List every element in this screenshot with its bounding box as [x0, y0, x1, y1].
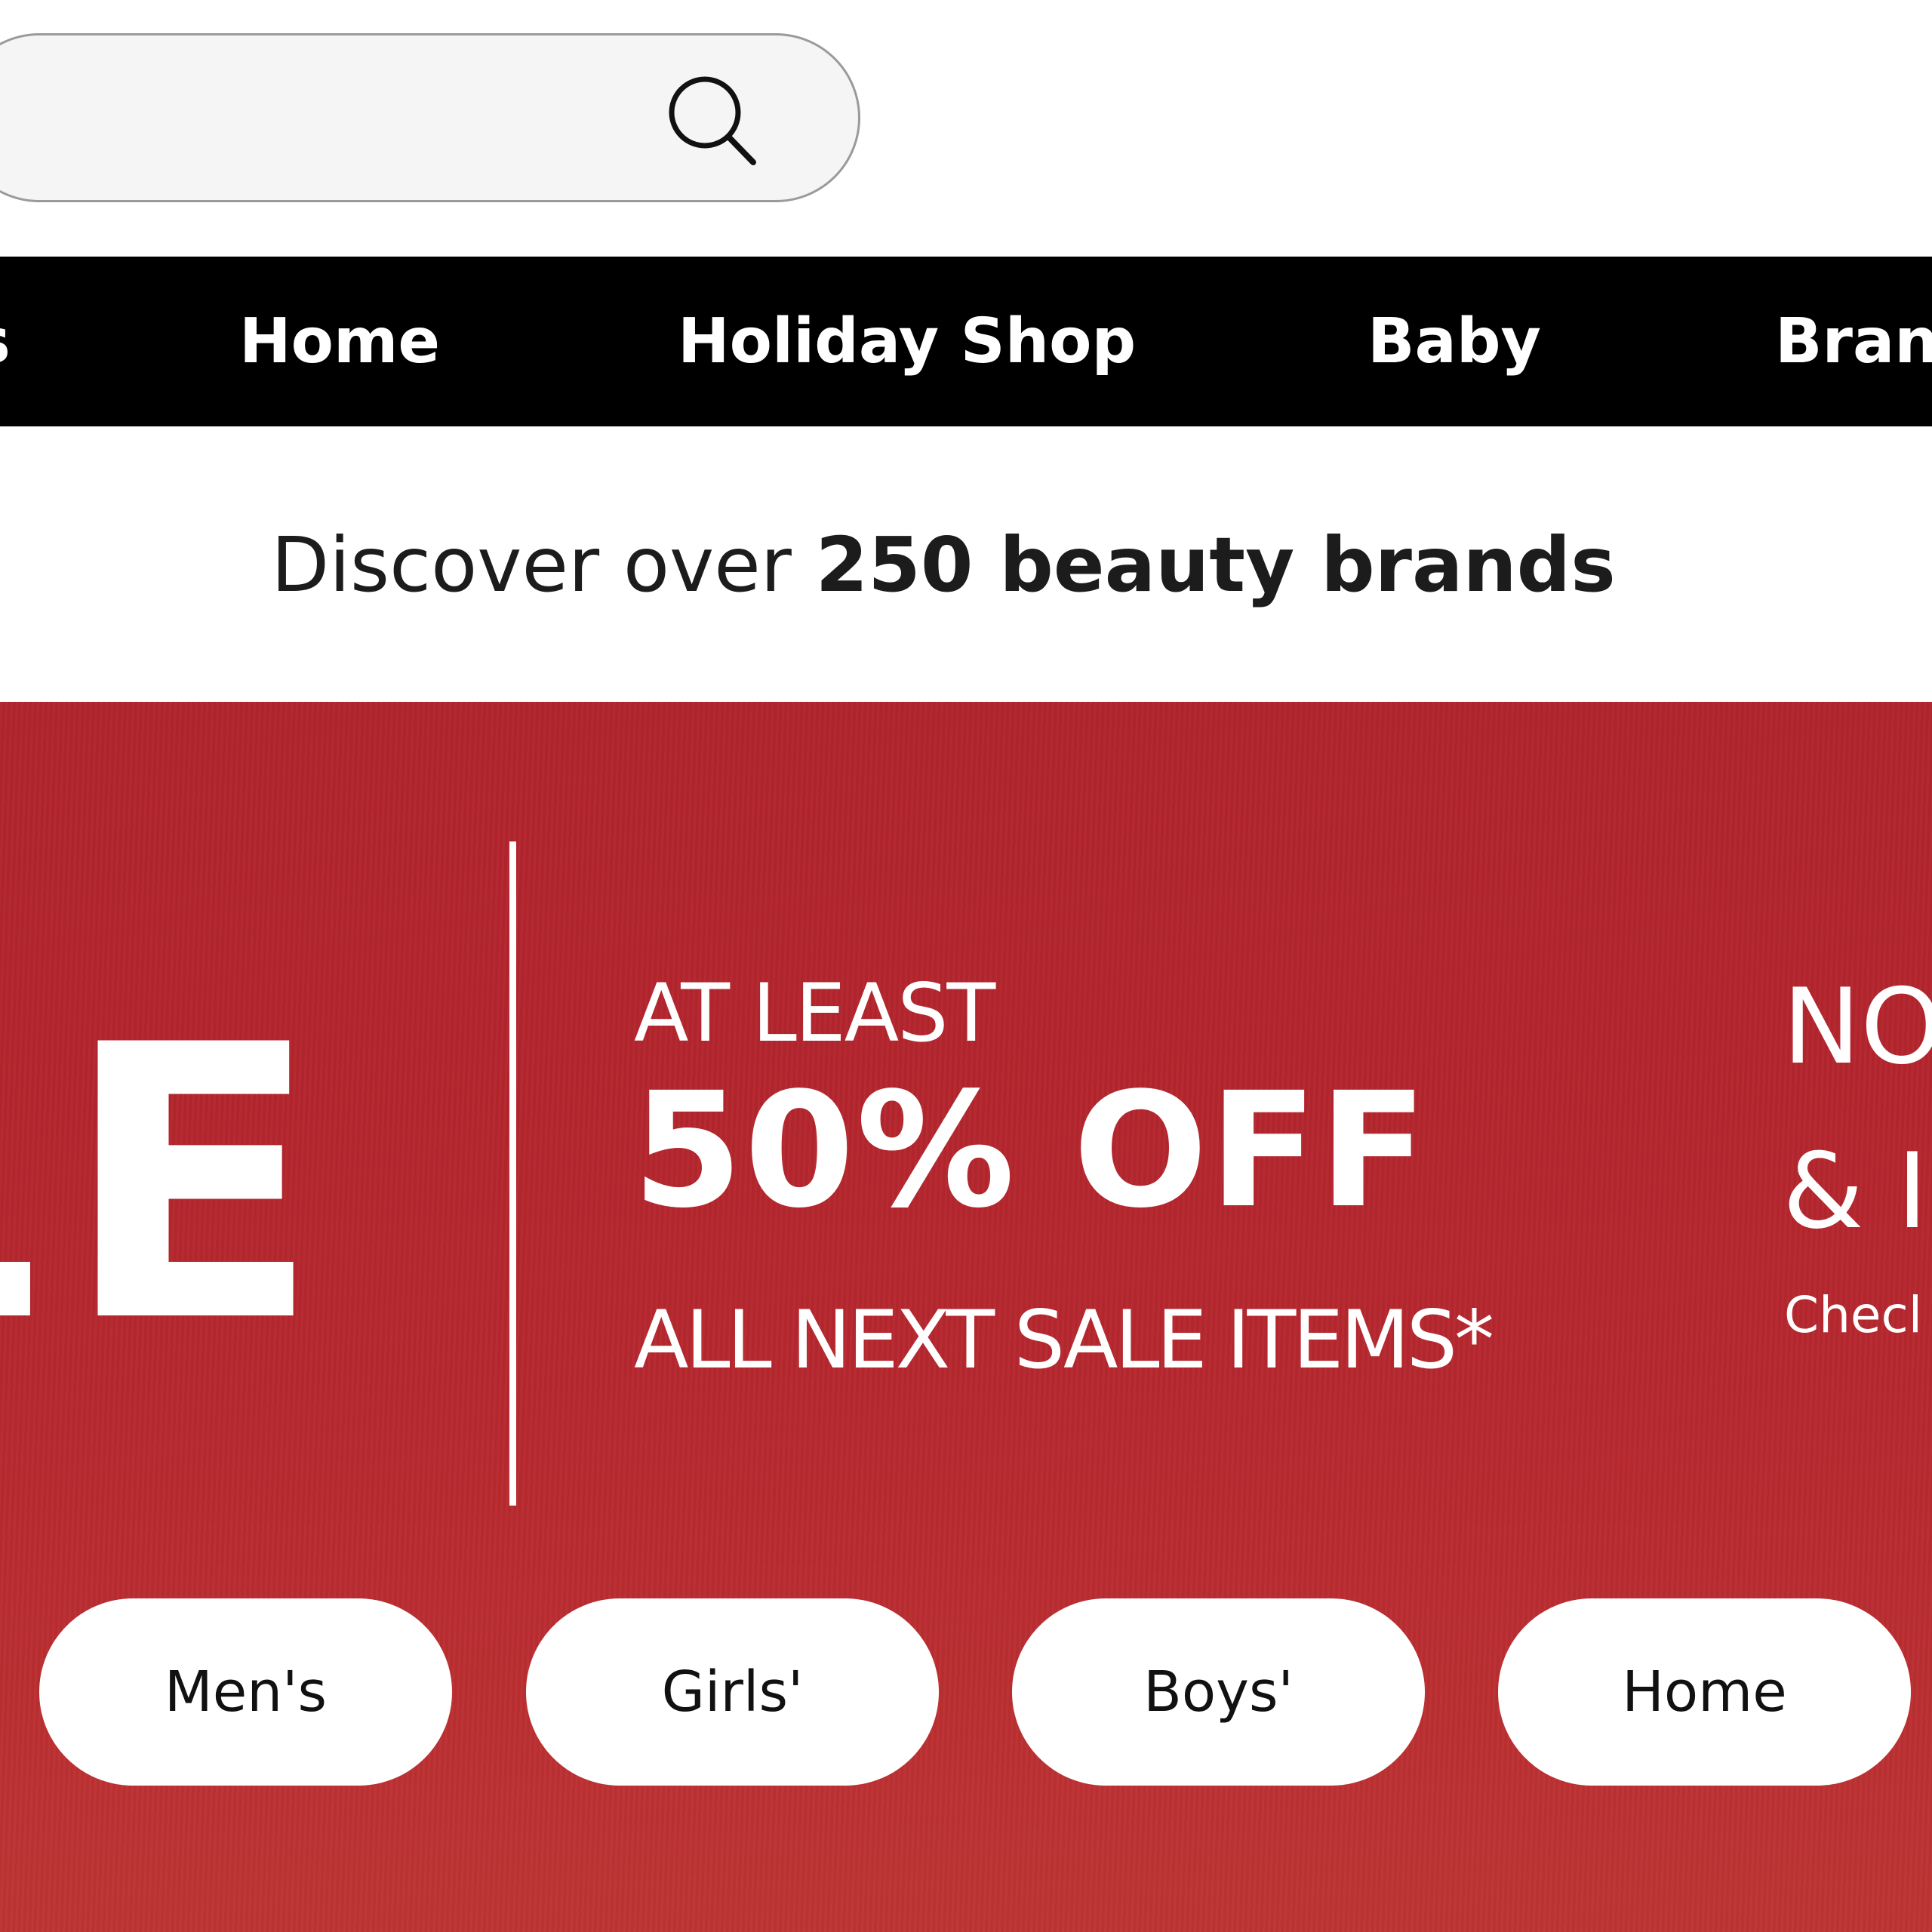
hero-divider [509, 841, 516, 1506]
promo-prefix: Discover over [271, 521, 816, 609]
search-bar[interactable] [0, 33, 860, 202]
beauty-brands-promo[interactable]: Discover over 250 beauty brands [0, 521, 1887, 609]
hero-right-line-2: & I [1783, 1131, 1928, 1252]
search-button[interactable] [663, 72, 761, 170]
nav-item-baby[interactable]: Baby [1367, 257, 1541, 426]
category-pill-girls[interactable]: Girls' [526, 1598, 939, 1786]
nav-item-brands[interactable]: Bran [1775, 257, 1932, 426]
hero-right-line-3: Checl [1784, 1286, 1923, 1344]
hero-items-text: ALL NEXT SALE ITEMS* [634, 1294, 1494, 1386]
hero-discount: 50% OFF [632, 1058, 1429, 1243]
nav-item-home[interactable]: Home [239, 257, 440, 426]
hero-at-least: AT LEAST [634, 967, 995, 1060]
sale-hero-banner[interactable]: LE AT LEAST 50% OFF ALL NEXT SALE ITEMS*… [0, 702, 1932, 1932]
search-input[interactable] [25, 66, 647, 173]
main-nav: s Home Holiday Shop Baby Bran [0, 257, 1932, 426]
hero-sale-word: LE [0, 965, 344, 1404]
search-icon [669, 76, 756, 165]
category-pill-boys[interactable]: Boys' [1012, 1598, 1425, 1786]
category-pill-home[interactable]: Home [1498, 1598, 1911, 1786]
hero-right-line-1: NO [1783, 966, 1932, 1088]
nav-item-holiday-shop[interactable]: Holiday Shop [678, 257, 1136, 426]
category-pill-mens[interactable]: Men's [39, 1598, 452, 1786]
nav-item-partial-left[interactable]: s [0, 257, 11, 426]
promo-highlight: 250 beauty brands [815, 521, 1616, 609]
